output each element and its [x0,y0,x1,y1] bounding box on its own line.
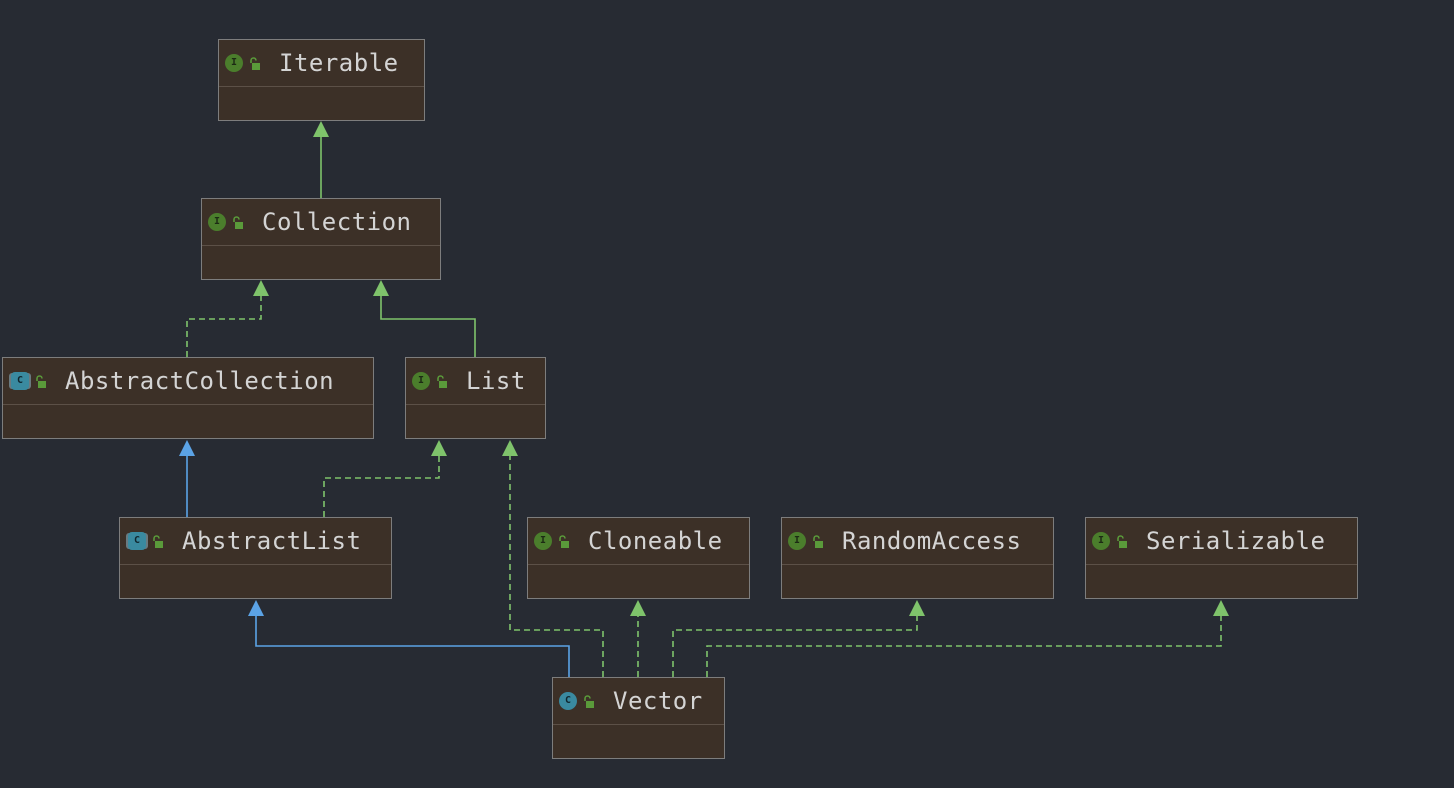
edge-abstract-list-to-list [323,440,447,517]
uml-node-divider [3,404,373,405]
edge-arrowhead [373,280,389,296]
edge-vector-to-serializable [706,600,1229,677]
uml-node-header: I Iterable [219,40,424,86]
uml-node-list[interactable]: I List [405,357,546,439]
unlock-icon [583,694,599,708]
uml-node-header: I Cloneable [528,518,749,564]
unlock-icon [152,534,168,548]
edge-line [706,616,1222,677]
uml-node-name: Collection [262,208,412,236]
uml-node-name: Cloneable [588,527,723,555]
uml-node-header: I RandomAccess [782,518,1053,564]
interface-icon: I [208,213,226,231]
edge-collection-to-iterable [313,121,329,198]
uml-node-name: RandomAccess [842,527,1022,555]
interface-icon: I [412,372,430,390]
uml-node-divider [120,564,391,565]
abstract-class-icon: C [128,532,146,550]
unlock-icon [436,374,452,388]
uml-node-divider [219,86,424,87]
uml-node-header: I List [406,358,545,404]
uml-node-divider [1086,564,1357,565]
edge-arrowhead [630,600,646,616]
uml-node-abstract-collection[interactable]: C AbstractCollection [2,357,374,439]
unlock-icon [1116,534,1132,548]
uml-node-name: Iterable [279,49,399,77]
edge-arrowhead [179,440,195,456]
edge-arrowhead [502,440,518,456]
uml-node-name: AbstractCollection [65,367,335,395]
uml-node-vector[interactable]: C Vector [552,677,725,759]
uml-node-divider [782,564,1053,565]
uml-node-name: Serializable [1146,527,1326,555]
uml-node-header: C Vector [553,678,724,724]
uml-node-abstract-list[interactable]: C AbstractList [119,517,392,599]
unlock-icon [812,534,828,548]
edge-arrowhead [909,600,925,616]
uml-node-cloneable[interactable]: I Cloneable [527,517,750,599]
edge-vector-to-random-access [672,600,925,677]
uml-node-header: I Serializable [1086,518,1357,564]
uml-node-name: List [466,367,526,395]
unlock-icon [35,374,51,388]
uml-node-divider [406,404,545,405]
edge-line [255,616,570,677]
interface-icon: I [534,532,552,550]
uml-node-name: Vector [613,687,703,715]
edge-abstract-collection-to-collection [186,280,269,357]
edge-arrowhead [1213,600,1229,616]
uml-node-header: C AbstractCollection [3,358,373,404]
edge-arrowhead [248,600,264,616]
uml-node-divider [202,245,440,246]
unlock-icon [558,534,574,548]
uml-node-name: AbstractList [182,527,362,555]
edge-line [380,296,476,357]
class-icon: C [559,692,577,710]
interface-icon: I [788,532,806,550]
edge-arrowhead [313,121,329,137]
edge-arrowhead [253,280,269,296]
abstract-class-icon: C [11,372,29,390]
uml-node-divider [553,724,724,725]
interface-icon: I [1092,532,1110,550]
uml-node-divider [528,564,749,565]
edge-list-to-collection [373,280,476,357]
edge-vector-to-cloneable [630,600,646,677]
unlock-icon [232,215,248,229]
edge-arrowhead [431,440,447,456]
uml-node-header: I Collection [202,199,440,245]
interface-icon: I [225,54,243,72]
edge-line [186,296,262,357]
uml-node-random-access[interactable]: I RandomAccess [781,517,1054,599]
edge-abstract-list-to-abstract-collection [179,440,195,517]
edge-vector-to-abstract-list [248,600,570,677]
uml-node-header: C AbstractList [120,518,391,564]
uml-node-serializable[interactable]: I Serializable [1085,517,1358,599]
edge-line [323,456,440,517]
unlock-icon [249,56,265,70]
uml-node-collection[interactable]: I Collection [201,198,441,280]
uml-node-iterable[interactable]: I Iterable [218,39,425,121]
